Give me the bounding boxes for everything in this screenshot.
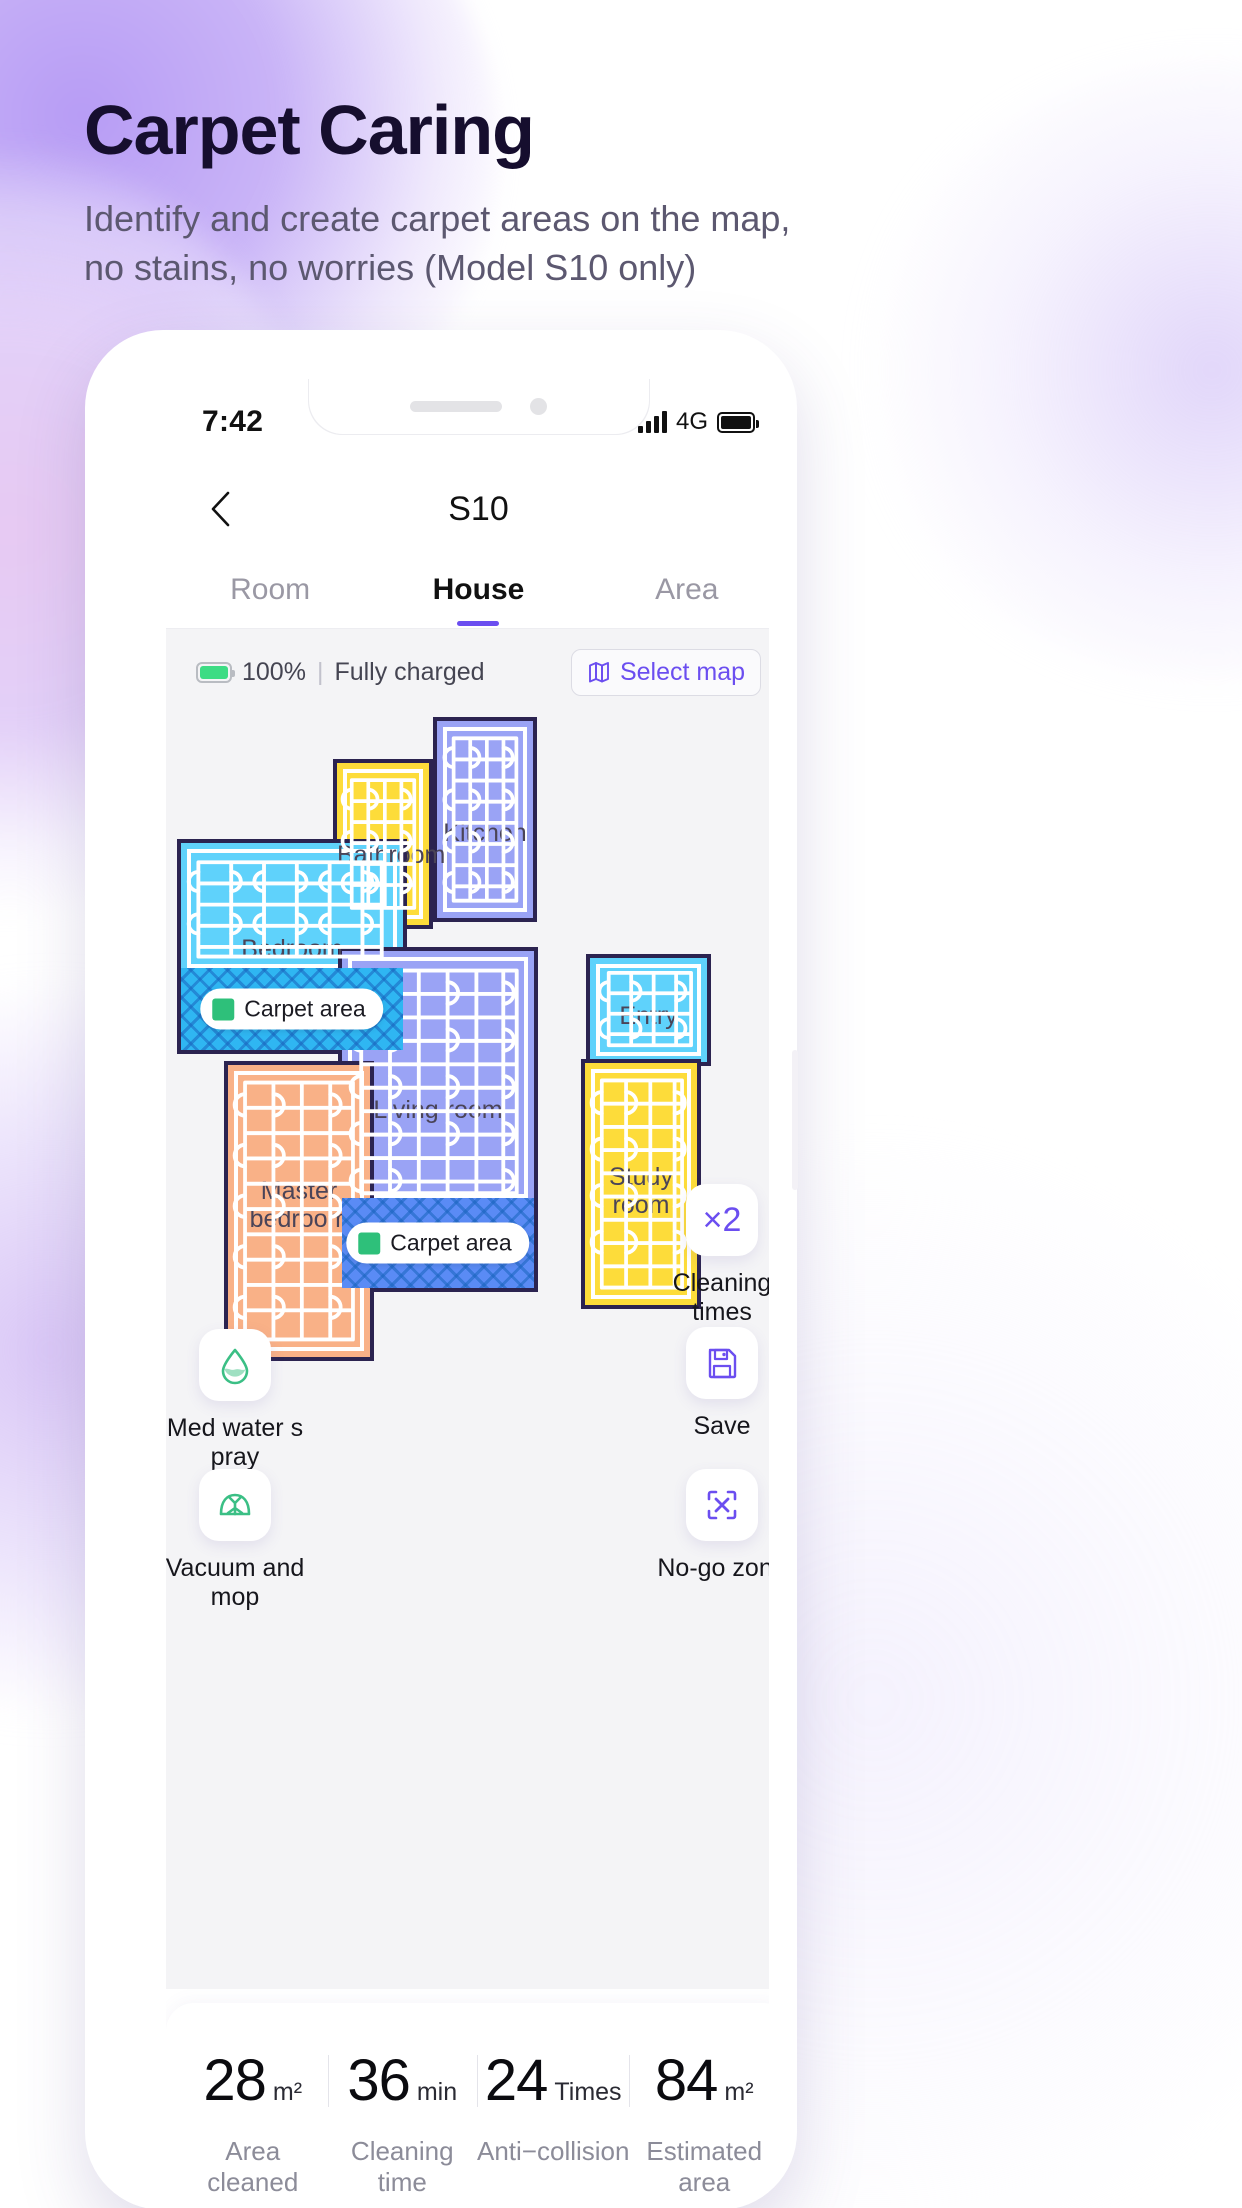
- stat-number: 28: [203, 2048, 267, 2113]
- stat-number: 84: [654, 2048, 719, 2113]
- tab-room[interactable]: Room: [166, 552, 374, 628]
- stat-unit: Times: [554, 2078, 622, 2106]
- stat-label: Cleaning time: [350, 2136, 454, 2197]
- control-med-water-spray[interactable]: Med water s pray: [166, 1329, 310, 1472]
- stat-value-group: 84 m²: [629, 2047, 769, 2114]
- battery-percent: 100%: [242, 657, 306, 686]
- room-bedroom[interactable]: Bedroom Carpet area: [177, 839, 407, 1054]
- tab-house[interactable]: House: [374, 552, 582, 628]
- select-map-label: Select map: [619, 657, 745, 686]
- nav-bar: S10: [166, 466, 769, 552]
- stat-unit: m²: [724, 2078, 754, 2106]
- tab-bar: Room House Area: [166, 552, 769, 628]
- stat-unit: min: [416, 2078, 458, 2106]
- battery-level-icon: [196, 661, 235, 683]
- times-x2-icon: ×2: [702, 1200, 742, 1239]
- stat-unit: m²: [272, 2078, 303, 2106]
- signal-bars-icon: [637, 411, 667, 433]
- med-water-spray-button[interactable]: [199, 1329, 271, 1401]
- cleaning-times-button[interactable]: ×2: [686, 1184, 758, 1256]
- no-go-zone-button[interactable]: [686, 1469, 758, 1541]
- phone-mockup: 7:42 4G S10 Room House Area 100% | Fully…: [85, 330, 798, 2208]
- carpet-area-bedroom[interactable]: Carpet area: [181, 968, 403, 1050]
- phone-button-power: [792, 1050, 798, 1190]
- stat-number: 24: [484, 2048, 549, 2113]
- stats-row: 28 m² Area cleaned 36 min Cleaning time: [178, 2047, 769, 2198]
- stat-label: Estimated area: [646, 2136, 763, 2197]
- device-status-row: 100% | Fully charged Select map: [166, 629, 769, 697]
- page-subtitle: Identify and create carpet areas on the …: [84, 198, 791, 288]
- control-label-cleaning-times: Cleaning times: [672, 1269, 769, 1326]
- control-label-save: Save: [693, 1412, 751, 1440]
- no-go-zone-icon: [707, 1490, 737, 1520]
- floppy-save-icon: [708, 1348, 737, 1379]
- stats-card: 28 m² Area cleaned 36 min Cleaning time: [166, 2003, 769, 2208]
- stat-label: Area cleaned: [207, 2136, 299, 2197]
- control-no-go-zone[interactable]: No-go zone: [647, 1469, 769, 1583]
- stat-value-group: 36 min: [328, 2047, 478, 2114]
- status-time: 7:42: [202, 405, 264, 438]
- stat-anti-collision: 24 Times Anti−collision: [477, 2047, 629, 2198]
- stat-area-cleaned: 28 m² Area cleaned: [178, 2047, 328, 2198]
- control-cleaning-times[interactable]: ×2 Cleaning times: [647, 1184, 769, 1327]
- battery-full-icon: [717, 411, 759, 433]
- status-indicators: 4G: [637, 408, 759, 436]
- carpet-area-chip: Carpet area: [346, 1222, 530, 1264]
- carpet-area-living-room[interactable]: Carpet area: [342, 1198, 534, 1288]
- carpet-swatch-icon: [212, 998, 235, 1020]
- stat-cleaning-time: 36 min Cleaning time: [327, 2047, 478, 2198]
- charge-state-label: Fully charged: [334, 657, 485, 686]
- control-label-no-go-zone: No-go zone: [657, 1554, 769, 1582]
- room-entry[interactable]: Entry: [586, 954, 711, 1066]
- select-map-button[interactable]: Select map: [570, 648, 761, 696]
- stat-value-group: 24 Times: [477, 2047, 629, 2114]
- promo-header: Carpet Caring Identify and create carpet…: [84, 88, 924, 292]
- nav-title: S10: [448, 489, 509, 528]
- carpet-swatch-icon: [358, 1232, 381, 1254]
- stat-value-group: 28 m²: [178, 2047, 328, 2114]
- carpet-area-label: Carpet area: [244, 995, 366, 1022]
- save-button[interactable]: [686, 1327, 758, 1399]
- stat-estimated-area: 84 m² Estimated area: [629, 2047, 769, 2198]
- network-type-label: 4G: [675, 408, 708, 435]
- control-save[interactable]: Save: [647, 1327, 769, 1441]
- control-label-med-water-spray: Med water s pray: [166, 1414, 304, 1471]
- map-fold-icon: [588, 662, 609, 683]
- chevron-left-icon: [211, 491, 230, 527]
- control-label-vacuum-and-mop: Vacuum and mop: [166, 1554, 305, 1611]
- phone-body: 7:42 4G S10 Room House Area 100% | Fully…: [119, 348, 769, 2208]
- cleaning-path-entry: [597, 971, 693, 1048]
- room-kitchen[interactable]: Kitchen: [433, 717, 537, 922]
- map-panel: 100% | Fully charged Select map Kitchen …: [166, 629, 769, 1989]
- status-separator: |: [316, 657, 324, 686]
- tab-area[interactable]: Area: [583, 552, 769, 628]
- carpet-area-chip: Carpet area: [200, 988, 384, 1030]
- water-drop-icon: [221, 1348, 249, 1385]
- back-button[interactable]: [198, 487, 242, 531]
- carpet-area-label: Carpet area: [390, 1229, 512, 1256]
- vacuum-mop-icon: [219, 1493, 251, 1516]
- control-vacuum-and-mop[interactable]: Vacuum and mop: [166, 1469, 310, 1612]
- battery-status: 100% | Fully charged: [196, 658, 485, 687]
- status-bar: 7:42 4G: [166, 378, 769, 466]
- stat-number: 36: [347, 2048, 411, 2113]
- stat-label: Anti−collision: [477, 2136, 630, 2166]
- vacuum-and-mop-button[interactable]: [199, 1469, 271, 1541]
- cleaning-path-kitchen: [442, 736, 519, 903]
- phone-screen: 7:42 4G S10 Room House Area 100% | Fully…: [166, 378, 769, 2208]
- page-title: Carpet Caring: [84, 91, 535, 169]
